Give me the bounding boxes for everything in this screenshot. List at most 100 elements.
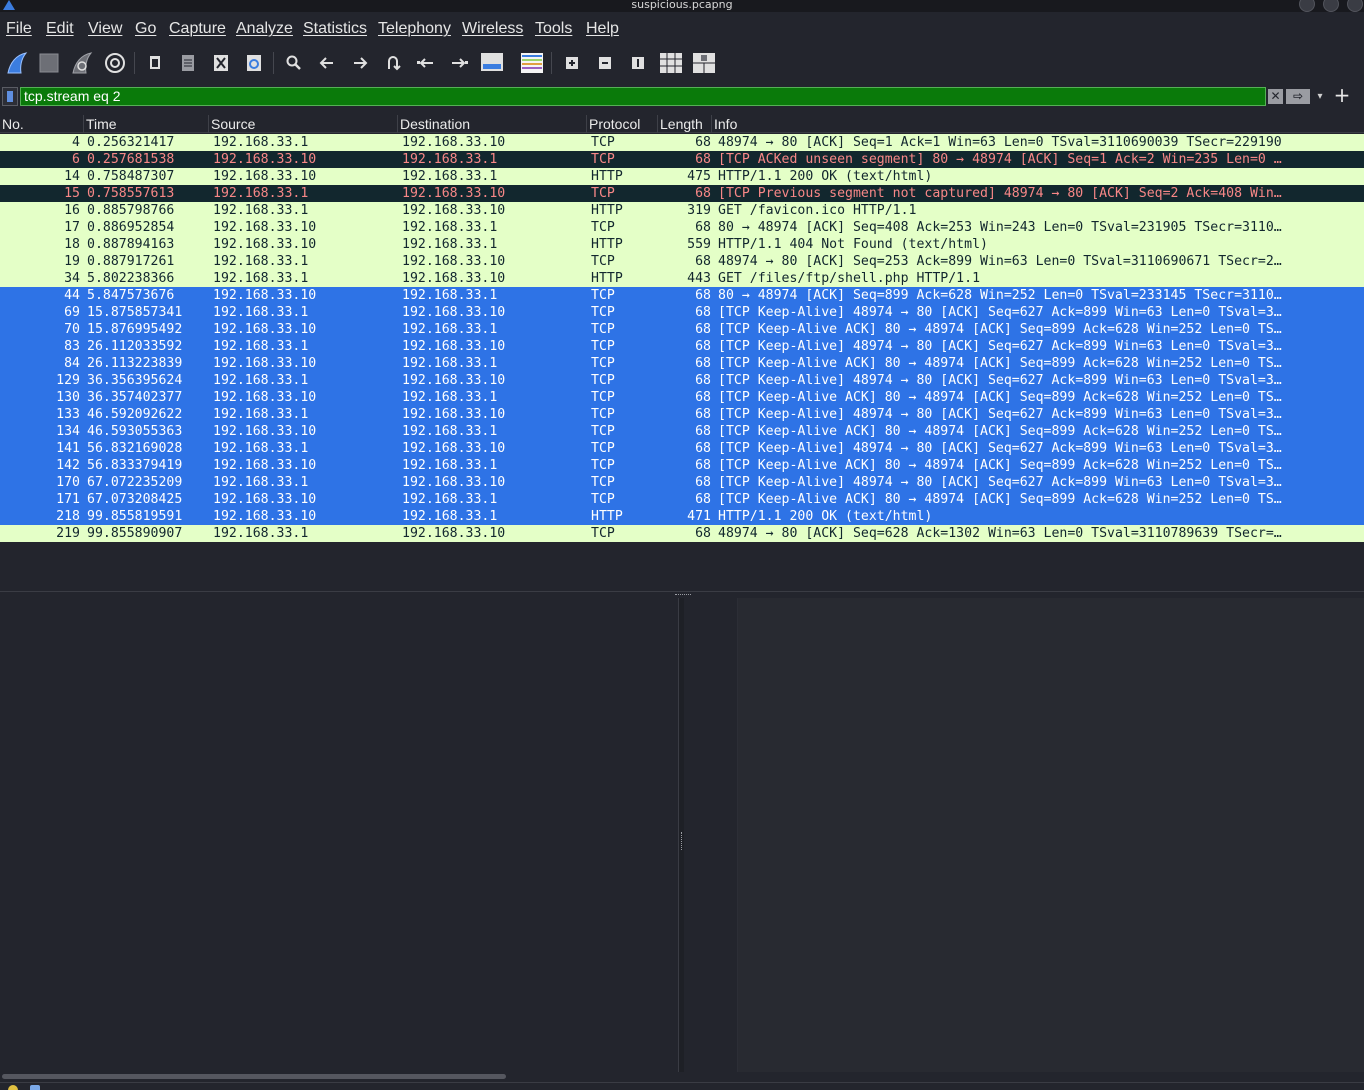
packet-row[interactable]: 84 26.113223839 192.168.33.10 192.168.33.1 T… bbox=[0, 355, 1364, 372]
column-header-source[interactable]: Source bbox=[208, 115, 397, 133]
packet-source: 192.168.33.10 bbox=[213, 509, 317, 524]
menu-tools[interactable]: Tools bbox=[535, 20, 572, 38]
packet-time: 36.357402377 bbox=[87, 390, 183, 405]
menu-go[interactable]: Go bbox=[135, 20, 156, 38]
column-header-info[interactable]: Info bbox=[711, 115, 1364, 133]
packet-info: [TCP Keep-Alive] 48974 → 80 [ACK] Seq=62… bbox=[718, 475, 1282, 490]
zoom-out-icon[interactable] bbox=[592, 50, 618, 76]
packet-source: 192.168.33.10 bbox=[213, 458, 317, 473]
packet-row[interactable]: 4 0.256321417 192.168.33.1 192.168.33.10 TCP… bbox=[0, 134, 1364, 151]
capture-options-icon[interactable] bbox=[102, 50, 128, 76]
packet-row[interactable]: 15 0.758557613 192.168.33.1 192.168.33.10 TC… bbox=[0, 185, 1364, 202]
packet-number: 17 bbox=[64, 220, 80, 235]
packet-row[interactable]: 133 46.592092622 192.168.33.1 192.168.33.10… bbox=[0, 406, 1364, 423]
restart-capture-icon[interactable] bbox=[69, 50, 95, 76]
apply-filter-icon[interactable]: ⇨ bbox=[1286, 89, 1310, 104]
packet-protocol: TCP bbox=[591, 441, 615, 456]
packet-row[interactable]: 17 0.886952854 192.168.33.10 192.168.33.1 TC… bbox=[0, 219, 1364, 236]
menu-statistics[interactable]: Statistics bbox=[303, 20, 367, 38]
column-header-time[interactable]: Time bbox=[83, 115, 208, 133]
display-filter-input[interactable]: tcp.stream eq 2 bbox=[20, 87, 1266, 106]
menu-view[interactable]: View bbox=[88, 20, 122, 38]
packet-info: GET /favicon.ico HTTP/1.1 bbox=[718, 203, 917, 218]
column-header-destination[interactable]: Destination bbox=[397, 115, 586, 133]
packet-row[interactable]: 6 0.257681538 192.168.33.10 192.168.33.1 TCP… bbox=[0, 151, 1364, 168]
packet-row[interactable]: 83 26.112033592 192.168.33.1 192.168.33.10 T… bbox=[0, 338, 1364, 355]
close-window-button[interactable] bbox=[1347, 0, 1363, 12]
packet-row[interactable]: 34 5.802238366 192.168.33.1 192.168.33.10 HT… bbox=[0, 270, 1364, 287]
close-file-icon[interactable] bbox=[208, 50, 234, 76]
clear-filter-icon[interactable]: ✕ bbox=[1268, 89, 1283, 104]
packet-length: 68 bbox=[695, 390, 711, 405]
packet-row[interactable]: 69 15.875857341 192.168.33.1 192.168.33.10 T… bbox=[0, 304, 1364, 321]
find-packet-icon[interactable] bbox=[281, 50, 307, 76]
packet-destination: 192.168.33.1 bbox=[402, 424, 498, 439]
column-header-protocol[interactable]: Protocol bbox=[586, 115, 657, 133]
packet-row[interactable]: 218 99.855819591 192.168.33.10 192.168.33.1… bbox=[0, 508, 1364, 525]
colorize-icon[interactable] bbox=[519, 50, 545, 76]
packet-length: 559 bbox=[687, 237, 711, 252]
packet-row[interactable]: 170 67.072235209 192.168.33.1 192.168.33.10… bbox=[0, 474, 1364, 491]
packet-length: 68 bbox=[695, 254, 711, 269]
menu-capture[interactable]: Capture bbox=[169, 20, 226, 38]
packet-row[interactable]: 16 0.885798766 192.168.33.1 192.168.33.10 HT… bbox=[0, 202, 1364, 219]
pane-splitter[interactable] bbox=[0, 591, 1364, 598]
packet-row[interactable]: 129 36.356395624 192.168.33.1 192.168.33.10… bbox=[0, 372, 1364, 389]
details-horizontal-scrollbar[interactable] bbox=[0, 1073, 678, 1080]
packet-row[interactable]: 141 56.832169028 192.168.33.1 192.168.33.10… bbox=[0, 440, 1364, 457]
autoscroll-icon[interactable] bbox=[479, 50, 505, 76]
packet-row[interactable]: 70 15.876995492 192.168.33.10 192.168.33.1 T… bbox=[0, 321, 1364, 338]
packet-row[interactable]: 18 0.887894163 192.168.33.10 192.168.33.1 HT… bbox=[0, 236, 1364, 253]
go-back-icon[interactable] bbox=[314, 50, 340, 76]
menu-help[interactable]: Help bbox=[586, 20, 619, 38]
column-header-length[interactable]: Length bbox=[657, 115, 711, 133]
layout-icon[interactable] bbox=[691, 50, 717, 76]
packet-time: 0.885798766 bbox=[87, 203, 175, 218]
packet-row[interactable]: 130 36.357402377 192.168.33.10 192.168.33.1… bbox=[0, 389, 1364, 406]
packet-destination: 192.168.33.10 bbox=[402, 407, 506, 422]
packet-row[interactable]: 134 46.593055363 192.168.33.10 192.168.33.1… bbox=[0, 423, 1364, 440]
first-packet-icon[interactable] bbox=[413, 50, 439, 76]
go-forward-icon[interactable] bbox=[347, 50, 373, 76]
packet-row[interactable]: 44 5.847573676 192.168.33.10 192.168.33.1 TC… bbox=[0, 287, 1364, 304]
expert-info-icon[interactable] bbox=[8, 1085, 18, 1090]
menu-telephony[interactable]: Telephony bbox=[378, 20, 451, 38]
minimize-button[interactable] bbox=[1299, 0, 1315, 12]
packet-length: 68 bbox=[695, 288, 711, 303]
recent-filters-dropdown-icon[interactable]: ▾ bbox=[1314, 89, 1326, 104]
packet-row[interactable]: 171 67.073208425 192.168.33.10 192.168.33.1… bbox=[0, 491, 1364, 508]
menu-bar: File Edit View Go Capture Analyze Statis… bbox=[0, 12, 1364, 46]
menu-analyze[interactable]: Analyze bbox=[236, 20, 293, 38]
stop-capture-icon[interactable] bbox=[36, 50, 62, 76]
packet-destination: 192.168.33.10 bbox=[402, 339, 506, 354]
packet-source: 192.168.33.10 bbox=[213, 288, 317, 303]
packet-protocol: HTTP bbox=[591, 271, 623, 286]
save-file-icon[interactable] bbox=[175, 50, 201, 76]
menu-file[interactable]: File bbox=[6, 20, 32, 38]
menu-wireless[interactable]: Wireless bbox=[462, 20, 523, 38]
toolbar-separator bbox=[273, 52, 274, 74]
resize-columns-icon[interactable] bbox=[658, 50, 684, 76]
filter-bookmark-button[interactable] bbox=[2, 87, 18, 106]
go-to-packet-icon[interactable] bbox=[380, 50, 406, 76]
packet-destination: 192.168.33.10 bbox=[402, 475, 506, 490]
menu-edit[interactable]: Edit bbox=[46, 20, 74, 38]
last-packet-icon[interactable] bbox=[446, 50, 472, 76]
open-file-icon[interactable] bbox=[142, 50, 168, 76]
bookmark-icon bbox=[7, 91, 13, 102]
packet-protocol: TCP bbox=[591, 424, 615, 439]
scrollbar-thumb[interactable] bbox=[2, 1074, 506, 1079]
maximize-button[interactable] bbox=[1323, 0, 1339, 12]
capture-comment-icon[interactable] bbox=[30, 1085, 40, 1090]
packet-row[interactable]: 14 0.758487307 192.168.33.10 192.168.33.1 HT… bbox=[0, 168, 1364, 185]
packet-row[interactable]: 219 99.855890907 192.168.33.1 192.168.33.10… bbox=[0, 525, 1364, 542]
add-filter-button-icon[interactable]: + bbox=[1332, 85, 1352, 106]
packet-row[interactable]: 142 56.833379419 192.168.33.10 192.168.33.1… bbox=[0, 457, 1364, 474]
packet-row[interactable]: 19 0.887917261 192.168.33.1 192.168.33.10 TC… bbox=[0, 253, 1364, 270]
reload-file-icon[interactable] bbox=[241, 50, 267, 76]
column-header-no[interactable]: No. bbox=[0, 115, 82, 133]
status-bar bbox=[0, 1082, 1364, 1090]
zoom-in-icon[interactable] bbox=[559, 50, 585, 76]
normal-size-icon[interactable] bbox=[625, 50, 651, 76]
start-capture-icon[interactable] bbox=[4, 50, 30, 76]
